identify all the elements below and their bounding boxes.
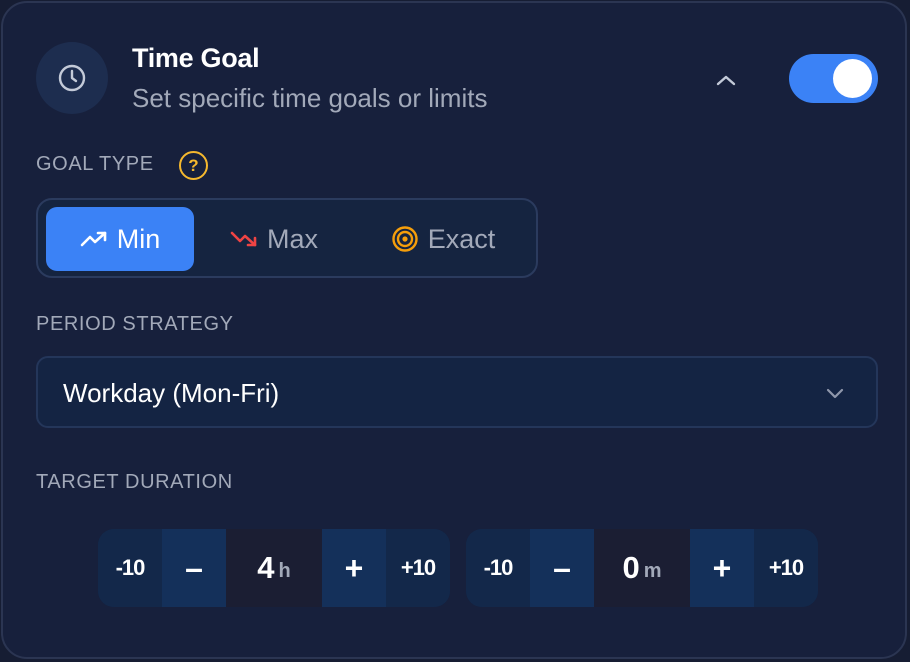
hours-stepper: -10 – 4 h + +10 — [98, 529, 450, 607]
hours-decrement-button[interactable]: – — [162, 529, 226, 607]
toggle-knob — [833, 59, 872, 98]
hours-number: 4 — [257, 550, 275, 585]
trending-up-icon — [80, 231, 107, 247]
minutes-stepper: -10 – 0 m + +10 — [466, 529, 818, 607]
chevron-down-icon — [826, 388, 844, 399]
time-goal-card: Time Goal Set specific time goals or lim… — [1, 1, 907, 659]
minutes-decrement-button[interactable]: – — [530, 529, 594, 607]
period-strategy-label: PERIOD STRATEGY — [36, 313, 234, 335]
target-duration-label: TARGET DURATION — [36, 471, 233, 493]
target-icon — [392, 226, 418, 252]
card-subtitle: Set specific time goals or limits — [132, 83, 488, 113]
enable-toggle[interactable] — [789, 54, 878, 103]
hours-value[interactable]: 4 h — [226, 529, 322, 607]
goal-type-exact[interactable]: Exact — [368, 207, 518, 271]
goal-type-min[interactable]: Min — [46, 207, 194, 271]
clock-icon — [36, 42, 108, 114]
period-strategy-select[interactable]: Workday (Mon-Fri) — [36, 356, 878, 428]
minutes-decrement-10-button[interactable]: -10 — [466, 529, 530, 607]
card-title: Time Goal — [132, 43, 260, 73]
goal-type-max-label: Max — [266, 223, 318, 254]
question-circle-icon[interactable]: ? — [179, 151, 208, 180]
trending-down-icon — [230, 231, 257, 247]
minutes-value[interactable]: 0 m — [594, 529, 690, 607]
chevron-up-icon — [716, 75, 736, 86]
period-strategy-value: Workday (Mon-Fri) — [63, 378, 280, 408]
card-header: Time Goal Set specific time goals or lim… — [3, 3, 905, 143]
minutes-increment-button[interactable]: + — [690, 529, 754, 607]
hours-decrement-10-button[interactable]: -10 — [98, 529, 162, 607]
collapse-button[interactable] — [711, 65, 741, 95]
minutes-increment-10-button[interactable]: +10 — [754, 529, 818, 607]
minutes-number: 0 — [622, 550, 640, 585]
goal-type-selector: Min Max Exact — [36, 198, 538, 278]
hours-unit: h — [278, 559, 291, 582]
goal-type-max[interactable]: Max — [210, 207, 338, 271]
minutes-unit: m — [643, 559, 662, 582]
goal-type-label: GOAL TYPE — [36, 153, 154, 175]
goal-type-min-label: Min — [116, 223, 161, 254]
hours-increment-10-button[interactable]: +10 — [386, 529, 450, 607]
hours-increment-button[interactable]: + — [322, 529, 386, 607]
goal-type-exact-label: Exact — [427, 223, 496, 254]
